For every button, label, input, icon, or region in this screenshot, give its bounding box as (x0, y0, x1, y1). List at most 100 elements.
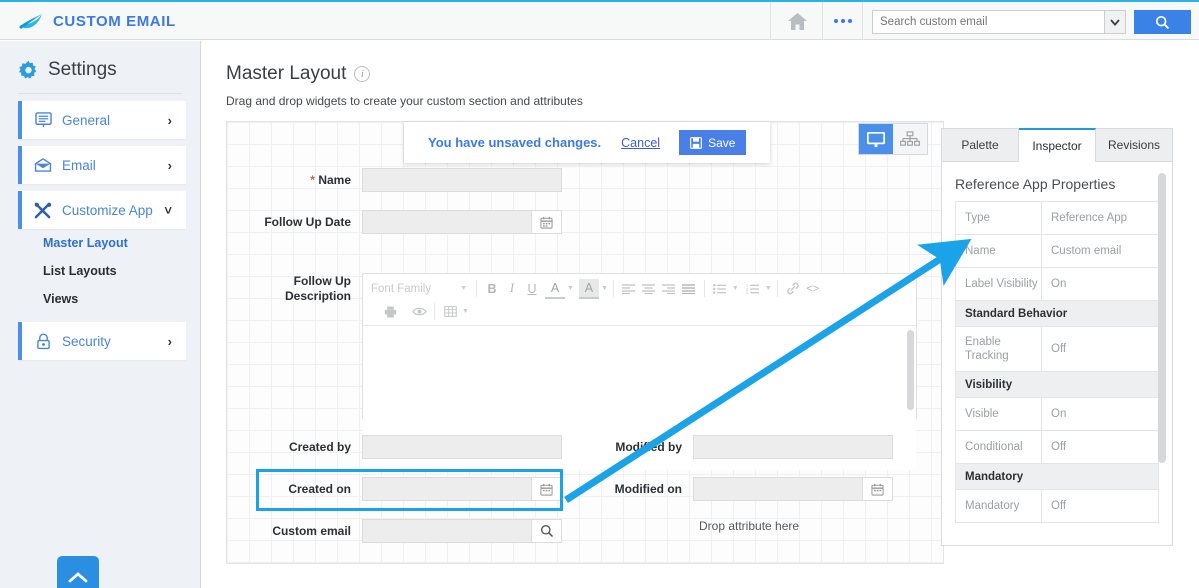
created-on-calendar-button[interactable] (532, 477, 562, 501)
cancel-link[interactable]: Cancel (621, 136, 660, 150)
chevron-down-icon: ˅ (164, 202, 172, 218)
property-row-mandatory[interactable]: Mandatory Off (956, 490, 1158, 523)
sidebar-item-views[interactable]: Views (0, 285, 200, 313)
drop-hint-right-1[interactable]: Drop attribute here (699, 519, 799, 533)
sidebar-item-label: Security (62, 333, 111, 349)
highlight-color-button[interactable]: A (578, 278, 599, 299)
align-right-icon (662, 283, 676, 294)
sidebar-item-general[interactable]: General › (18, 101, 186, 139)
insert-link-button[interactable] (783, 279, 803, 299)
field-input-modified-on[interactable] (693, 477, 863, 501)
layout-canvas[interactable]: * Name Follow Up Date Follow Up Descript… (226, 121, 944, 564)
desktop-view-button[interactable] (859, 124, 893, 154)
page-title: Master Layout i (226, 63, 371, 85)
property-row-label-visibility[interactable]: Label Visibility On (956, 268, 1158, 301)
lock-icon (32, 332, 54, 350)
underline-button[interactable]: U (522, 279, 542, 299)
field-label-follow-up-description: Follow Up Description (284, 274, 351, 303)
editor-toolbar-row-2: ▼ (363, 300, 916, 323)
save-label: Save (708, 135, 736, 150)
property-row-type[interactable]: Type Reference App (956, 202, 1158, 235)
sidebar-item-list-layouts[interactable]: List Layouts (0, 257, 200, 285)
sub-item-label: Views (43, 292, 79, 306)
save-button[interactable]: Save (679, 130, 747, 155)
field-input-custom-email[interactable] (362, 519, 532, 543)
chevron-down-icon[interactable]: ▼ (567, 285, 574, 292)
sidebar-item-master-layout[interactable]: Master Layout (0, 229, 200, 257)
brand-logo-link[interactable]: CUSTOM EMAIL (18, 2, 176, 40)
rich-text-editor[interactable]: Font Family ▼ B I U A ▼ A ▼ ▼ 1 2 3 ▼ <>… (362, 273, 917, 470)
search-button[interactable] (1134, 10, 1191, 34)
field-label-name: * Name (310, 172, 351, 187)
inspector-scrollbar-thumb[interactable] (1158, 173, 1166, 463)
chevron-down-icon[interactable]: ▼ (462, 308, 469, 315)
custom-email-lookup-button[interactable] (532, 519, 562, 543)
unsaved-message: You have unsaved changes. (428, 135, 602, 150)
toolbar-separator (776, 280, 778, 297)
preview-button[interactable] (409, 302, 429, 322)
drop-hint-left[interactable]: Drop attribute here (362, 561, 462, 563)
canvas-collapse-handle[interactable] (226, 388, 227, 430)
toolbar-separator (703, 280, 705, 297)
toolbar-divider-1 (770, 2, 771, 40)
search-input[interactable] (872, 10, 1104, 34)
unsaved-changes-banner: You have unsaved changes. Cancel Save (404, 122, 770, 163)
print-button[interactable] (380, 302, 400, 322)
sidebar-divider (18, 93, 182, 94)
chevron-down-icon[interactable]: ▼ (732, 285, 739, 292)
modified-on-calendar-button[interactable] (863, 477, 893, 501)
chevron-down-icon[interactable]: ▼ (601, 285, 608, 292)
property-value: On (1051, 408, 1067, 420)
monitor-list-icon (32, 112, 54, 128)
property-value: Custom email (1051, 245, 1122, 257)
calendar-icon (871, 483, 884, 496)
monitor-icon (867, 131, 885, 147)
home-button[interactable] (772, 2, 822, 40)
italic-button[interactable]: I (502, 279, 522, 299)
field-input-created-by[interactable] (362, 435, 562, 459)
tab-palette[interactable]: Palette (942, 129, 1019, 161)
insert-table-button[interactable] (440, 302, 460, 322)
search-scope-dropdown[interactable] (1104, 10, 1126, 34)
editor-scrollbar-thumb[interactable] (907, 330, 914, 410)
property-key: Type (956, 202, 1042, 234)
drop-hint-right-2[interactable]: Drop attribute here (699, 561, 799, 563)
align-left-button[interactable] (619, 279, 639, 299)
custom-email-field[interactable]: Custom email (267, 519, 562, 543)
field-input-modified-by[interactable] (693, 435, 893, 459)
tab-revisions[interactable]: Revisions (1096, 129, 1172, 161)
align-center-button[interactable] (639, 279, 659, 299)
property-key: Enable Tracking (956, 327, 1042, 371)
more-options-button[interactable] (824, 2, 862, 40)
calendar-icon (540, 483, 553, 496)
device-view-toggle (858, 123, 928, 155)
sidebar-item-customize-app[interactable]: Customize App ˅ (18, 191, 186, 229)
field-input-name[interactable] (362, 168, 562, 192)
property-key: Conditional (956, 431, 1042, 463)
numbered-list-button[interactable]: 123 (743, 279, 763, 299)
chevron-down-icon[interactable]: ▼ (765, 285, 772, 292)
field-label-follow-up-date: Follow Up Date (264, 214, 351, 229)
sidebar-item-email[interactable]: Email › (18, 146, 186, 184)
field-input-created-on[interactable] (362, 477, 532, 501)
hierarchy-view-button[interactable] (893, 124, 927, 154)
inspector-name-row[interactable]: Name Custom email (956, 235, 1158, 268)
align-justify-button[interactable] (679, 279, 699, 299)
property-row-conditional[interactable]: Conditional Off (956, 431, 1158, 464)
font-family-select[interactable]: Font Family ▼ (367, 283, 471, 295)
field-input-follow-up-date[interactable] (362, 210, 532, 234)
scroll-to-top-button[interactable] (57, 556, 99, 588)
property-row-visible[interactable]: Visible On (956, 398, 1158, 431)
bold-button[interactable]: B (482, 279, 502, 299)
align-right-button[interactable] (659, 279, 679, 299)
source-code-button[interactable]: <> (803, 279, 823, 299)
sidebar-item-security[interactable]: Security › (18, 322, 186, 360)
tab-inspector[interactable]: Inspector (1019, 128, 1096, 162)
text-color-button[interactable]: A (545, 279, 565, 299)
info-icon[interactable]: i (354, 66, 371, 82)
follow-up-date-calendar-button[interactable] (532, 210, 562, 234)
bullet-list-button[interactable] (710, 279, 730, 299)
search-area (872, 10, 1191, 34)
property-value: Off (1051, 500, 1067, 512)
property-row-enable-tracking[interactable]: Enable Tracking Off (956, 327, 1158, 372)
